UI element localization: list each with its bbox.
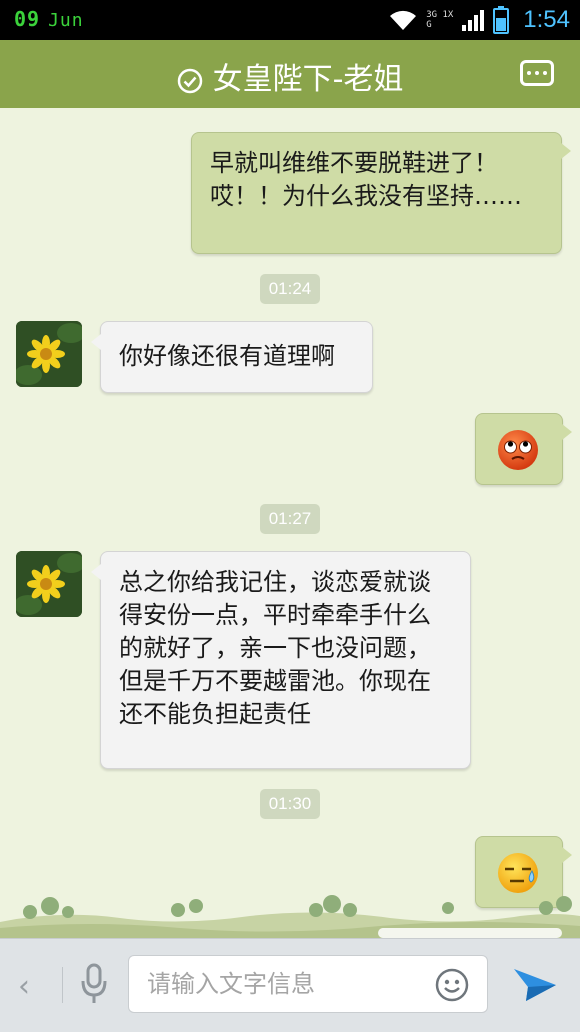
network-type-indicator: 3G 1X G [426, 10, 453, 30]
collapse-arrow-icon[interactable]: ‹ [18, 969, 30, 1004]
message-bubble-incoming[interactable]: 你好像还很有道理啊 [91, 321, 373, 393]
chat-title-text: 女皇陛下-老姐 [212, 62, 404, 97]
message-input-bar: ‹ [0, 938, 580, 1032]
status-date-day: 09 [14, 7, 41, 31]
status-date-month: Jun [48, 10, 84, 31]
status-bar: 09 Jun 3G 1X G 1:54 [0, 0, 580, 40]
dot-icon [535, 71, 539, 75]
chat-header: 女皇陛下-老姐 [0, 40, 580, 108]
contact-avatar[interactable] [16, 551, 82, 617]
battery-icon [493, 6, 510, 34]
dot-icon [543, 71, 547, 75]
signal-icon [462, 10, 485, 31]
flower-avatar-image [16, 551, 82, 617]
check-circle-icon [177, 68, 202, 93]
message-text-field [128, 955, 488, 1013]
message-bubble-incoming[interactable]: 总之你给我记住，谈恋爱就谈得安份一点，平时牵牵手什么的就好了，亲一下也没问题，但… [91, 551, 471, 769]
message-timestamp: 01:30 [260, 789, 320, 819]
message-bubble-outgoing[interactable]: 早就叫维维不要脱鞋进了！哎！！为什么我没有坚持…… [191, 132, 571, 254]
rolling-eyes-emoji-icon [498, 430, 538, 470]
chat-title: 女皇陛下-老姐 [0, 54, 580, 98]
status-date: 09 Jun [14, 7, 84, 31]
dot-icon [527, 71, 531, 75]
scenery-decoration [0, 895, 580, 938]
message-text: 总之你给我记住，谈恋爱就谈得安份一点，平时牵牵手什么的就好了，亲一下也没问题，但… [119, 568, 431, 728]
message-text: 你好像还很有道理啊 [119, 342, 335, 370]
emoji-picker-icon[interactable] [435, 968, 469, 1002]
divider [62, 967, 63, 1003]
message-bubble-outgoing-emoji[interactable] [475, 413, 572, 485]
network-type-bottom: G [426, 20, 432, 30]
message-timestamp: 01:27 [260, 504, 320, 534]
send-icon[interactable] [512, 961, 558, 1003]
network-type-top: 3G 1X [426, 10, 454, 20]
more-options-button[interactable] [520, 60, 554, 86]
message-text: 早就叫维维不要脱鞋进了！哎！！为什么我没有坚持…… [210, 149, 522, 210]
message-input[interactable] [129, 956, 429, 1012]
message-timestamp: 01:24 [260, 274, 320, 304]
message-list[interactable]: 早就叫维维不要脱鞋进了！哎！！为什么我没有坚持…… 01:24 你好像还很有道理… [0, 110, 580, 938]
status-time: 1:54 [523, 6, 570, 33]
contact-avatar[interactable] [16, 321, 82, 387]
wifi-icon [390, 10, 417, 30]
microphone-icon[interactable] [80, 963, 108, 1005]
flower-avatar-image [16, 321, 82, 387]
